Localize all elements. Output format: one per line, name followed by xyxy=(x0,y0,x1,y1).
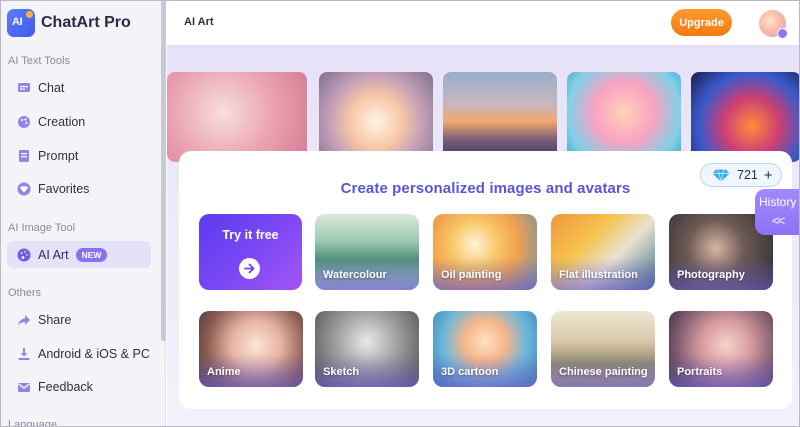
try-label: Try it free xyxy=(222,228,279,242)
style-label: Photography xyxy=(677,269,745,281)
style-label: Flat illustration xyxy=(559,269,638,281)
sidebar-item-chat[interactable]: Chat xyxy=(7,74,151,101)
section-label-language: Language xyxy=(8,419,57,427)
section-label-others: Others xyxy=(8,287,42,299)
showcase-image xyxy=(443,72,557,162)
logo-text: AI xyxy=(12,16,23,28)
page-title: AI Art xyxy=(184,16,214,28)
sidebar-item-ai-art[interactable]: AI Art NEW xyxy=(7,241,151,268)
chevron-double-left-icon: << xyxy=(772,213,785,228)
style-card-watercolour[interactable]: Watercolour xyxy=(315,214,419,290)
section-label-text-tools: AI Text Tools xyxy=(8,55,70,67)
sidebar-item-label: Prompt xyxy=(38,148,79,163)
prompt-icon xyxy=(17,149,31,163)
style-label: 3D cartoon xyxy=(441,366,499,378)
section-label-image-tool: AI Image Tool xyxy=(8,222,76,234)
history-button[interactable]: History << xyxy=(755,189,799,235)
upgrade-button[interactable]: Upgrade xyxy=(671,9,732,36)
style-panel: 721 + Create personalized images and ava… xyxy=(179,151,792,409)
history-label: History xyxy=(759,195,797,209)
chatart-logo-icon: AI xyxy=(7,9,35,37)
app-window: AI ChatArt Pro AI Text Tools Chat Creati… xyxy=(0,0,800,427)
style-label: Anime xyxy=(207,366,241,378)
style-card-chinese-painting[interactable]: Chinese painting xyxy=(551,311,655,387)
style-label: Sketch xyxy=(323,366,360,378)
panel-title: Create personalized images and avatars xyxy=(340,180,631,197)
brand[interactable]: AI ChatArt Pro xyxy=(7,9,131,37)
style-card-sketch[interactable]: Sketch xyxy=(315,311,419,387)
style-card-anime[interactable]: Anime xyxy=(199,311,303,387)
style-card-3d-cartoon[interactable]: 3D cartoon xyxy=(433,311,537,387)
sidebar-item-label: AI Art xyxy=(38,247,69,262)
sidebar-item-label: Favorites xyxy=(38,181,90,196)
sidebar-item-favorites[interactable]: Favorites xyxy=(7,175,151,202)
style-label: Portraits xyxy=(677,366,723,378)
showcase-image xyxy=(167,72,307,162)
sidebar-item-label: Android & iOS & PC xyxy=(38,346,150,361)
main-content: 721 + Create personalized images and ava… xyxy=(167,45,799,426)
style-label: Chinese painting xyxy=(559,366,648,378)
sidebar-item-label: Chat xyxy=(38,80,65,95)
sidebar-item-label: Creation xyxy=(38,114,86,129)
sidebar-item-prompt[interactable]: Prompt xyxy=(7,142,151,169)
style-card-portraits[interactable]: Portraits xyxy=(669,311,773,387)
showcase-image xyxy=(319,72,433,162)
paint-palette-icon xyxy=(17,248,31,262)
app-name: ChatArt Pro xyxy=(41,14,131,31)
sidebar-item-label: Feedback xyxy=(38,379,93,394)
sidebar-item-share[interactable]: Share xyxy=(7,306,151,333)
showcase-image xyxy=(567,72,681,162)
sidebar-scrollbar[interactable] xyxy=(161,1,166,341)
sidebar-item-creation[interactable]: Creation xyxy=(7,108,151,135)
heart-icon xyxy=(17,182,31,196)
avatar-badge-icon xyxy=(777,28,788,39)
sidebar-item-label: Share xyxy=(38,312,72,327)
sidebar-item-feedback[interactable]: Feedback xyxy=(7,373,151,400)
download-icon xyxy=(17,347,31,361)
sidebar: AI ChatArt Pro AI Text Tools Chat Creati… xyxy=(1,1,166,427)
try-it-free-button[interactable]: Try it free xyxy=(199,214,302,290)
showcase-image xyxy=(691,72,799,162)
style-card-flat-illustration[interactable]: Flat illustration xyxy=(551,214,655,290)
user-avatar[interactable] xyxy=(759,10,788,39)
mail-icon xyxy=(17,380,31,394)
style-label: Oil painting xyxy=(441,269,502,281)
sidebar-item-download[interactable]: Android & iOS & PC xyxy=(7,340,151,367)
style-label: Watercolour xyxy=(323,269,387,281)
share-arrow-icon xyxy=(17,313,31,327)
arrow-right-icon xyxy=(239,258,260,279)
chat-icon xyxy=(17,81,31,95)
new-badge: NEW xyxy=(75,247,108,262)
style-card-oil-painting[interactable]: Oil painting xyxy=(433,214,537,290)
palette-icon xyxy=(17,115,31,129)
top-bar: AI Art Upgrade xyxy=(167,1,799,45)
